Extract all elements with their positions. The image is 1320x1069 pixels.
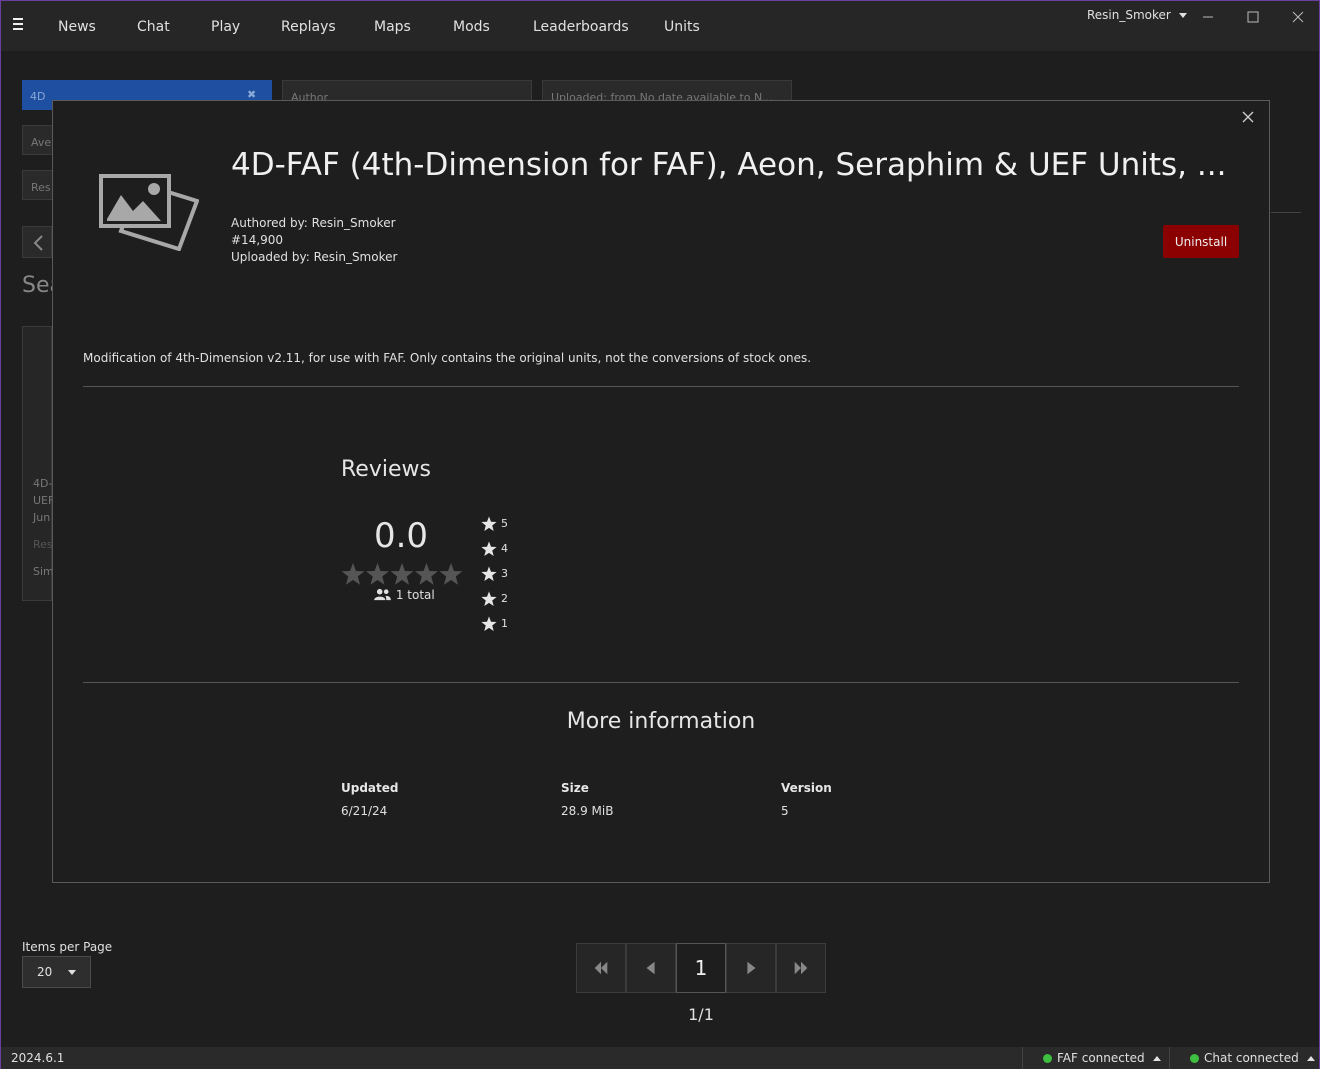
divider	[83, 682, 1239, 683]
chevron-down-icon	[68, 970, 76, 975]
rating-level-label: 3	[501, 567, 508, 580]
nav-maps[interactable]: Maps	[374, 19, 411, 35]
items-per-page-label: Items per Page	[22, 940, 113, 954]
rating-star-icon	[366, 563, 389, 585]
rating-star-icon	[341, 563, 365, 585]
nav-news[interactable]: News	[58, 19, 96, 35]
nav-mods[interactable]: Mods	[453, 19, 490, 35]
size-label: Size	[561, 781, 589, 795]
user-menu[interactable]: Resin_Smoker	[1087, 8, 1187, 22]
card-line: Jun	[33, 511, 51, 524]
divider	[1271, 212, 1301, 213]
faf-status-text: FAF connected	[1057, 1051, 1145, 1065]
previous-page-button[interactable]	[626, 943, 676, 993]
back-button[interactable]	[22, 226, 52, 258]
chevron-up-icon	[1152, 1056, 1161, 1061]
nav-leaderboards[interactable]: Leaderboards	[533, 19, 629, 35]
rating-level-label: 1	[501, 617, 508, 630]
review-count: 1 total	[373, 588, 435, 602]
star-icon	[481, 566, 497, 581]
chevron-down-icon	[1178, 13, 1187, 18]
chevron-up-icon	[1306, 1056, 1315, 1061]
chat-status[interactable]: Chat connected	[1169, 1047, 1319, 1069]
hamburger-menu-icon[interactable]	[11, 15, 27, 31]
star-icon	[481, 541, 497, 556]
page-count: 1/1	[688, 1005, 714, 1024]
version-value: 5	[781, 804, 789, 818]
image-placeholder-icon	[99, 174, 199, 251]
rating-distribution-row: 1	[481, 613, 521, 633]
rating-distribution-row: 5	[481, 513, 521, 533]
updated-label: Updated	[341, 781, 399, 795]
current-page[interactable]: 1	[676, 943, 726, 993]
card-line: Res	[33, 538, 53, 551]
sort-select[interactable]: Aver	[22, 125, 54, 155]
uploaded-by: Uploaded by: Resin_Smoker	[231, 250, 398, 264]
chevron-left-icon	[646, 961, 655, 975]
next-page-button[interactable]	[726, 943, 776, 993]
status-dot-icon	[1190, 1054, 1199, 1063]
card-line: Sim	[33, 565, 54, 578]
first-page-button[interactable]	[576, 943, 626, 993]
rating-stars	[341, 563, 463, 585]
client-version: 2024.6.1	[11, 1051, 65, 1065]
rating-level-label: 5	[501, 517, 508, 530]
rating-level-label: 4	[501, 542, 508, 555]
double-chevron-left-icon	[594, 961, 608, 975]
divider	[83, 386, 1239, 387]
last-page-button[interactable]	[776, 943, 826, 993]
rating-star-icon	[390, 563, 414, 585]
nav-units[interactable]: Units	[664, 19, 700, 35]
maximize-icon[interactable]	[1243, 7, 1263, 27]
nav-replays[interactable]: Replays	[281, 19, 336, 35]
items-per-page-select[interactable]: 20	[22, 956, 91, 988]
chevron-left-icon	[33, 235, 43, 251]
double-chevron-right-icon	[794, 961, 808, 975]
total-reviews: 1 total	[395, 588, 435, 602]
authored-by: Authored by: Resin_Smoker	[231, 216, 396, 230]
username: Resin_Smoker	[1087, 8, 1171, 22]
faf-status[interactable]: FAF connected	[1022, 1047, 1169, 1069]
mod-title: 4D-FAF (4th-Dimension for FAF), Aeon, Se…	[231, 147, 1227, 183]
reset-button[interactable]: Res	[22, 170, 54, 200]
search-value: 4D	[30, 90, 46, 103]
updated-value: 6/21/24	[341, 804, 388, 818]
average-score: 0.0	[373, 516, 429, 556]
rating-star-icon	[415, 563, 438, 585]
size-value: 28.9 MiB	[561, 804, 614, 818]
status-dot-icon	[1043, 1054, 1052, 1063]
card-line: 4D-	[33, 477, 53, 490]
uninstall-button[interactable]: Uninstall	[1163, 225, 1239, 258]
rating-distribution-row: 2	[481, 588, 521, 608]
rating-level-label: 2	[501, 592, 508, 605]
close-window-icon[interactable]	[1288, 7, 1308, 27]
close-icon[interactable]	[1241, 109, 1255, 123]
star-icon	[481, 516, 497, 531]
chat-status-text: Chat connected	[1204, 1051, 1299, 1065]
top-navigation-bar: News Chat Play Replays Maps Mods Leaderb…	[1, 1, 1319, 51]
mod-card[interactable]: 4D- UEF Jun Res Sim	[22, 326, 54, 601]
star-icon	[481, 616, 497, 631]
minimize-icon[interactable]	[1198, 7, 1218, 27]
mod-description: Modification of 4th-Dimension v2.11, for…	[83, 351, 812, 365]
chevron-right-icon	[747, 961, 756, 975]
rating-star-icon	[439, 563, 463, 585]
rating-distribution-row: 3	[481, 563, 521, 583]
version-label: Version	[781, 781, 832, 795]
nav-chat[interactable]: Chat	[137, 19, 170, 35]
star-icon	[481, 591, 497, 606]
more-information-heading: More information	[566, 709, 756, 734]
mod-id: #14,900	[231, 233, 284, 247]
mod-detail-dialog: 4D-FAF (4th-Dimension for FAF), Aeon, Se…	[52, 100, 1270, 883]
reviews-heading: Reviews	[341, 457, 431, 482]
items-per-page-value: 20	[37, 965, 53, 979]
rating-distribution-row: 4	[481, 538, 521, 558]
status-bar: 2024.6.1 FAF connected Chat connected	[1, 1047, 1319, 1069]
nav-play[interactable]: Play	[211, 19, 240, 35]
users-icon	[374, 588, 391, 601]
